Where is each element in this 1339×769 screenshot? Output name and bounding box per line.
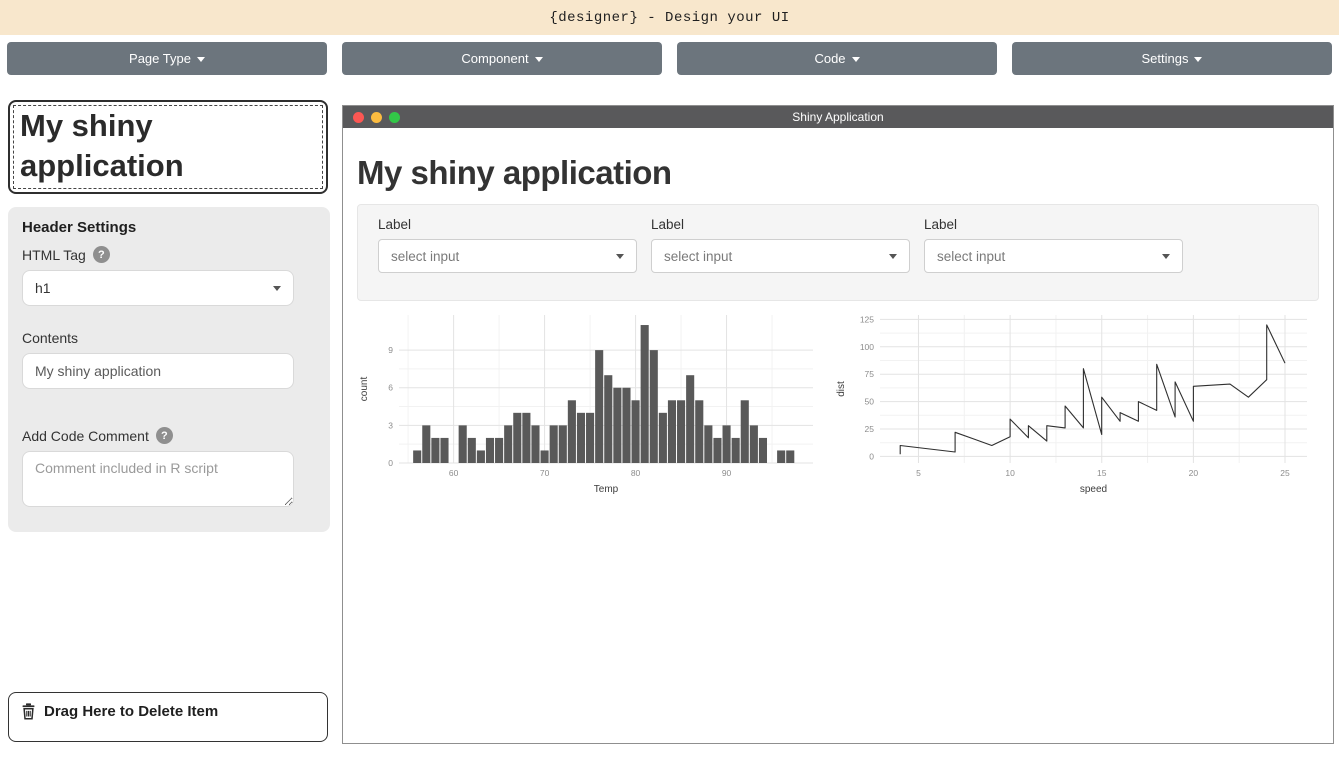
- speed-dist-line-chart: 5 10 15 20 25 0 25 50 75 100 125 speed dist: [834, 307, 1319, 497]
- select-input-placeholder: select input: [391, 249, 459, 264]
- shiny-app-preview-window: Shiny Application My shiny application L…: [342, 105, 1334, 744]
- select-input-dropdown[interactable]: select input: [378, 239, 637, 273]
- svg-text:3: 3: [388, 420, 393, 430]
- svg-text:dist: dist: [836, 381, 847, 397]
- svg-text:9: 9: [388, 345, 393, 355]
- component-label: Component: [461, 51, 528, 66]
- svg-text:Temp: Temp: [594, 484, 619, 495]
- svg-text:60: 60: [449, 468, 459, 478]
- select-input-placeholder: select input: [937, 249, 1005, 264]
- header-settings-panel: Header Settings HTML Tag ? h1 Contents A…: [8, 207, 330, 532]
- window-titlebar: Shiny Application: [343, 106, 1333, 128]
- html-tag-select[interactable]: h1: [22, 270, 294, 306]
- page-type-label: Page Type: [129, 51, 191, 66]
- delete-zone-label: Drag Here to Delete Item: [44, 703, 218, 720]
- html-tag-label: HTML Tag: [22, 247, 86, 263]
- select-input-label: Label: [651, 217, 914, 232]
- svg-text:15: 15: [1097, 468, 1107, 478]
- close-window-icon[interactable]: [353, 112, 364, 123]
- code-comment-textarea[interactable]: [22, 451, 294, 507]
- window-body: My shiny application Label select input …: [343, 154, 1333, 497]
- caret-down-icon: [1162, 254, 1170, 259]
- select-input-label: Label: [378, 217, 641, 232]
- select-input-group: Label select input: [368, 217, 641, 272]
- svg-text:speed: speed: [1079, 484, 1106, 495]
- caret-down-icon: [616, 254, 624, 259]
- svg-text:6: 6: [388, 383, 393, 393]
- svg-text:70: 70: [540, 468, 550, 478]
- trash-icon: [21, 703, 36, 720]
- window-title: Shiny Application: [792, 110, 883, 124]
- html-tag-selected-value: h1: [35, 280, 51, 296]
- svg-text:10: 10: [1005, 468, 1015, 478]
- select-input-group: Label select input: [914, 217, 1187, 272]
- traffic-lights: [353, 106, 400, 128]
- contents-label-row: Contents: [22, 330, 316, 346]
- designer-title: {designer} - Design your UI: [549, 10, 789, 26]
- caret-down-icon: [1194, 57, 1202, 62]
- caret-down-icon: [273, 286, 281, 291]
- svg-text:125: 125: [859, 314, 873, 324]
- svg-text:25: 25: [1280, 468, 1290, 478]
- settings-label: Settings: [1142, 51, 1189, 66]
- temp-histogram-chart: 60 70 80 90 0 3 6 9 Temp count: [357, 307, 824, 497]
- help-icon[interactable]: ?: [93, 246, 110, 263]
- select-input-group: Label select input: [641, 217, 914, 272]
- code-comment-label-row: Add Code Comment ?: [22, 427, 316, 444]
- settings-dropdown-button[interactable]: Settings: [1012, 42, 1332, 75]
- toolbar: Page Type Component Code Settings: [0, 35, 1339, 82]
- caret-down-icon: [197, 57, 205, 62]
- header-preview-text: My shiny application: [13, 105, 323, 189]
- caret-down-icon: [852, 57, 860, 62]
- code-dropdown-button[interactable]: Code: [677, 42, 997, 75]
- select-input-dropdown[interactable]: select input: [924, 239, 1183, 273]
- select-input-dropdown[interactable]: select input: [651, 239, 910, 273]
- select-input-placeholder: select input: [664, 249, 732, 264]
- caret-down-icon: [535, 57, 543, 62]
- page-type-dropdown-button[interactable]: Page Type: [7, 42, 327, 75]
- contents-input[interactable]: [22, 353, 294, 389]
- caret-down-icon: [889, 254, 897, 259]
- designer-titlebar: {designer} - Design your UI: [0, 0, 1339, 35]
- code-label: Code: [814, 51, 845, 66]
- code-comment-label: Add Code Comment: [22, 428, 149, 444]
- select-input-label: Label: [924, 217, 1187, 232]
- svg-text:80: 80: [631, 468, 641, 478]
- selected-header-preview-card[interactable]: My shiny application: [8, 100, 328, 194]
- delete-drop-zone[interactable]: Drag Here to Delete Item: [8, 692, 328, 742]
- contents-label: Contents: [22, 330, 78, 346]
- select-inputs-row: Label select input Label select input La…: [357, 204, 1319, 301]
- svg-text:90: 90: [722, 468, 732, 478]
- svg-text:50: 50: [864, 397, 874, 407]
- svg-text:20: 20: [1188, 468, 1198, 478]
- main-layout: My shiny application Header Settings HTM…: [0, 82, 1339, 769]
- zoom-window-icon[interactable]: [389, 112, 400, 123]
- svg-text:0: 0: [388, 458, 393, 468]
- help-icon[interactable]: ?: [156, 427, 173, 444]
- panel-title: Header Settings: [22, 219, 316, 236]
- svg-text:0: 0: [869, 451, 874, 461]
- svg-text:count: count: [359, 377, 370, 402]
- svg-text:100: 100: [859, 342, 873, 352]
- html-tag-label-row: HTML Tag ?: [22, 246, 316, 263]
- minimize-window-icon[interactable]: [371, 112, 382, 123]
- svg-text:25: 25: [864, 424, 874, 434]
- svg-text:75: 75: [864, 369, 874, 379]
- app-heading: My shiny application: [357, 154, 1319, 192]
- svg-text:5: 5: [916, 468, 921, 478]
- charts-row: 60 70 80 90 0 3 6 9 Temp count 5 10 15 20 25 0 25 50 75 10…: [357, 307, 1319, 497]
- component-dropdown-button[interactable]: Component: [342, 42, 662, 75]
